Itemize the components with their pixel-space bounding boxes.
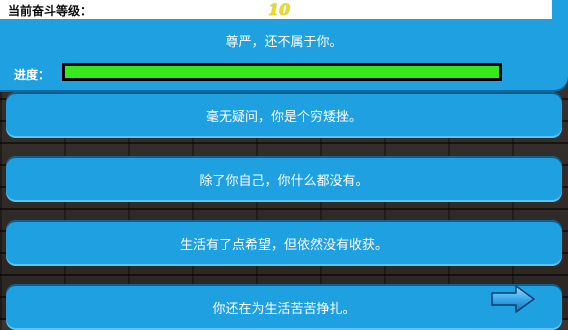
option-button-1[interactable]: 毫无疑问，你是个穷矮挫。 — [6, 92, 562, 138]
level-label: 当前奋斗等级： — [8, 4, 93, 18]
level-row: 当前奋斗等级： 10 — [0, 0, 552, 19]
option-label-1: 毫无疑问，你是个穷矮挫。 — [205, 109, 362, 125]
header-panel: 当前奋斗等级： 10 尊严，还不属于你。 进度： — [0, 0, 568, 90]
right-arrow-icon[interactable] — [490, 284, 536, 314]
option-label-4: 你还在为生活苦苦挣扎。 — [212, 301, 356, 317]
option-label-2: 除了你自己，你什么都没有。 — [199, 173, 369, 189]
progress-label: 进度： — [14, 68, 51, 82]
progress-bar — [62, 63, 502, 81]
option-button-2[interactable]: 除了你自己，你什么都没有。 — [6, 156, 562, 202]
option-button-4[interactable]: 你还在为生活苦苦挣扎。 — [6, 284, 562, 330]
option-label-3: 生活有了点希望，但依然没有收获。 — [179, 237, 388, 253]
level-value: 10 — [268, 0, 291, 19]
progress-fill — [65, 66, 499, 78]
option-button-3[interactable]: 生活有了点希望，但依然没有收获。 — [6, 220, 562, 266]
status-message: 尊严，还不属于你。 — [225, 34, 343, 50]
